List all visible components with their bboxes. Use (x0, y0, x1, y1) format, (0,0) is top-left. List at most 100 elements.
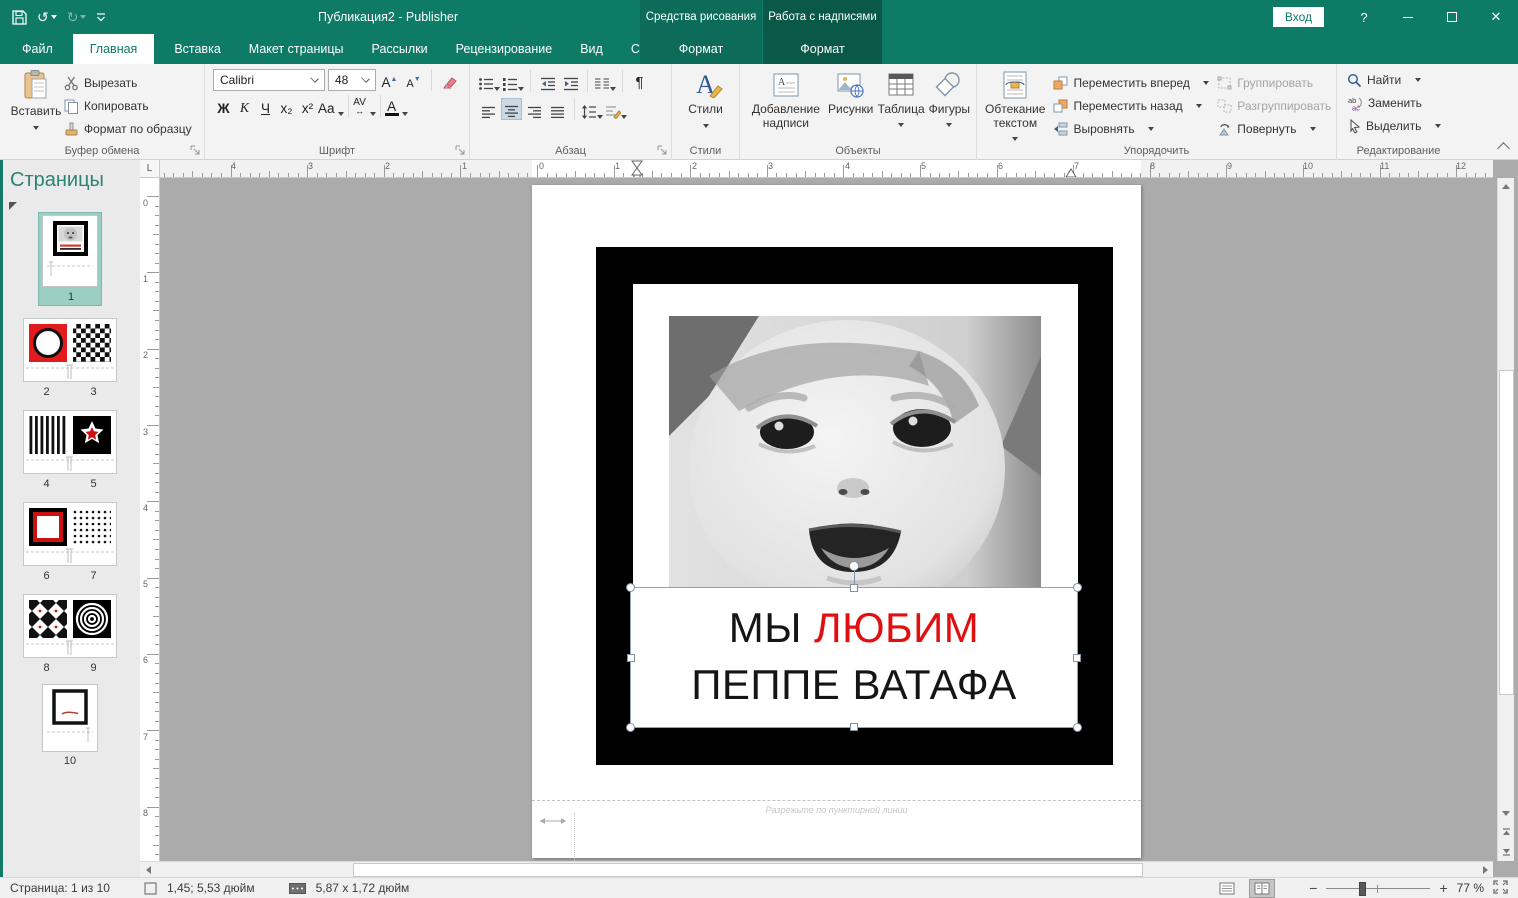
show-paragraph-marks-button[interactable]: ¶ (629, 70, 650, 92)
wrap-text-button[interactable]: Обтекание текстом (985, 69, 1045, 145)
underline-button[interactable]: Ч (255, 95, 276, 117)
tab-page-design[interactable]: Макет страницы (235, 34, 358, 64)
align-right-button[interactable] (524, 98, 545, 120)
paste-button[interactable]: Вставить (8, 69, 64, 139)
resize-handle-top-left[interactable] (626, 583, 635, 592)
close-button[interactable]: ✕ (1474, 0, 1518, 34)
tab-mailings[interactable]: Рассылки (358, 34, 442, 64)
bold-button[interactable]: Ж (213, 95, 234, 117)
selected-text-box[interactable]: МЫ ЛЮБИМ ПЕППЕ ВАТАФА (630, 587, 1078, 728)
save-button[interactable] (12, 10, 27, 25)
ruler-origin-button[interactable]: L (140, 160, 160, 178)
cut-button[interactable]: Вырезать (64, 73, 192, 93)
tab-format-drawing[interactable]: Формат (640, 34, 762, 64)
draw-textbox-button[interactable]: А Добавление надписи (748, 69, 824, 131)
pages-panel-collapse-icon[interactable] (9, 202, 17, 210)
redo-button[interactable]: ↻ (67, 9, 87, 26)
page-thumbnail-10[interactable] (42, 684, 98, 752)
object-position-value[interactable]: 1,45; 5,53 дюйм (167, 881, 255, 895)
object-size-value[interactable]: 5,87 x 1,72 дюйм (316, 881, 410, 895)
format-painter-button[interactable]: Формат по образцу (64, 119, 192, 139)
send-backward-button[interactable]: Переместить назад (1053, 96, 1209, 116)
paragraph-dialog-launcher[interactable] (657, 145, 668, 156)
sign-in-button[interactable]: Вход (1273, 7, 1324, 27)
bullets-button[interactable] (478, 70, 500, 92)
shapes-button[interactable]: Фигуры (929, 69, 970, 131)
tab-view[interactable]: Вид (566, 34, 617, 64)
help-button[interactable]: ? (1342, 0, 1386, 34)
tab-review[interactable]: Рецензирование (442, 34, 567, 64)
page-indicator[interactable]: Страница: 1 из 10 (10, 881, 110, 895)
align-center-button[interactable] (501, 98, 522, 120)
page-thumbnail-4-5[interactable] (23, 410, 117, 474)
vertical-scroll-thumb[interactable] (1499, 370, 1514, 695)
resize-handle-right[interactable] (1073, 654, 1081, 662)
resize-handle-bottom-right[interactable] (1073, 723, 1082, 732)
vertical-scrollbar[interactable] (1497, 178, 1514, 861)
rotate-button[interactable]: Повернуть (1217, 119, 1331, 139)
resize-handle-bottom-left[interactable] (626, 723, 635, 732)
rotate-handle[interactable] (849, 561, 859, 571)
subscript-button[interactable]: x₂ (276, 95, 297, 117)
group-button[interactable]: Группировать (1217, 73, 1331, 93)
horizontal-scroll-thumb[interactable] (353, 863, 1143, 877)
baby-photo[interactable] (669, 316, 1041, 592)
character-spacing-button[interactable]: AV↔ (353, 95, 375, 117)
styles-button[interactable]: A Стили (672, 64, 739, 132)
replace-button[interactable]: abacЗаменить (1347, 93, 1460, 113)
table-button[interactable]: Таблица (878, 69, 925, 131)
bring-forward-button[interactable]: Переместить вперед (1053, 73, 1209, 93)
horizontal-ruler[interactable]: 43210123456789101112 (160, 160, 1493, 178)
tab-insert[interactable]: Вставка (160, 34, 234, 64)
resize-handle-top[interactable] (850, 584, 858, 592)
single-page-view-button[interactable] (1214, 879, 1240, 898)
increase-indent-button[interactable] (560, 70, 581, 92)
collapse-ribbon-button[interactable] (1497, 142, 1510, 155)
minimize-button[interactable] (1386, 0, 1430, 34)
scroll-left-button[interactable] (140, 862, 156, 878)
fit-page-button[interactable] (1493, 880, 1508, 897)
font-color-button[interactable]: А (385, 95, 409, 117)
zoom-slider[interactable] (1326, 881, 1430, 896)
ungroup-button[interactable]: Разгруппировать (1217, 96, 1331, 116)
page-thumbnail-6-7[interactable] (23, 502, 117, 566)
superscript-button[interactable]: x² (297, 95, 318, 117)
decrease-indent-button[interactable] (537, 70, 558, 92)
vertical-ruler[interactable]: 012345678 (140, 178, 160, 861)
maximize-button[interactable] (1430, 0, 1474, 34)
undo-button[interactable]: ↺ (37, 9, 57, 26)
numbering-button[interactable] (502, 70, 524, 92)
font-family-combo[interactable]: Calibri (213, 69, 325, 91)
clipboard-dialog-launcher[interactable] (190, 145, 201, 156)
horizontal-scrollbar[interactable] (140, 861, 1493, 877)
resize-handle-top-right[interactable] (1073, 583, 1082, 592)
resize-handle-left[interactable] (627, 654, 635, 662)
customize-qat-button[interactable] (96, 13, 106, 22)
font-size-combo[interactable]: 48 (328, 69, 376, 91)
zoom-out-button[interactable]: − (1309, 880, 1317, 896)
align-left-button[interactable] (478, 98, 499, 120)
zoom-in-button[interactable]: + (1439, 880, 1447, 896)
copy-button[interactable]: Копировать (64, 96, 192, 116)
find-button[interactable]: Найти (1347, 70, 1460, 90)
page-thumbnail-8-9[interactable] (23, 594, 117, 658)
next-page-button[interactable] (1498, 843, 1514, 859)
resize-handle-bottom[interactable] (850, 723, 858, 731)
scroll-up-button[interactable] (1498, 178, 1514, 194)
scroll-right-button[interactable] (1477, 862, 1493, 878)
justify-button[interactable] (547, 98, 568, 120)
tab-format-textbox[interactable]: Формат (763, 34, 882, 64)
line-spacing-button[interactable] (581, 98, 603, 120)
tab-file[interactable]: Файл (8, 34, 67, 64)
publication-page[interactable]: Разрежьте по пунктирной линии МЫ ЛЮБИМ П… (532, 185, 1141, 858)
clear-formatting-button[interactable] (439, 69, 460, 91)
scroll-down-button[interactable] (1498, 805, 1514, 821)
two-page-view-button[interactable] (1249, 879, 1275, 898)
change-case-button[interactable]: Aa (318, 95, 344, 117)
italic-button[interactable]: К (234, 95, 255, 117)
previous-page-button[interactable] (1498, 824, 1514, 840)
grow-font-button[interactable]: A▲ (379, 69, 400, 91)
shrink-font-button[interactable]: A▼ (403, 69, 424, 91)
tab-home[interactable]: Главная (73, 34, 155, 64)
font-dialog-launcher[interactable] (455, 145, 466, 156)
